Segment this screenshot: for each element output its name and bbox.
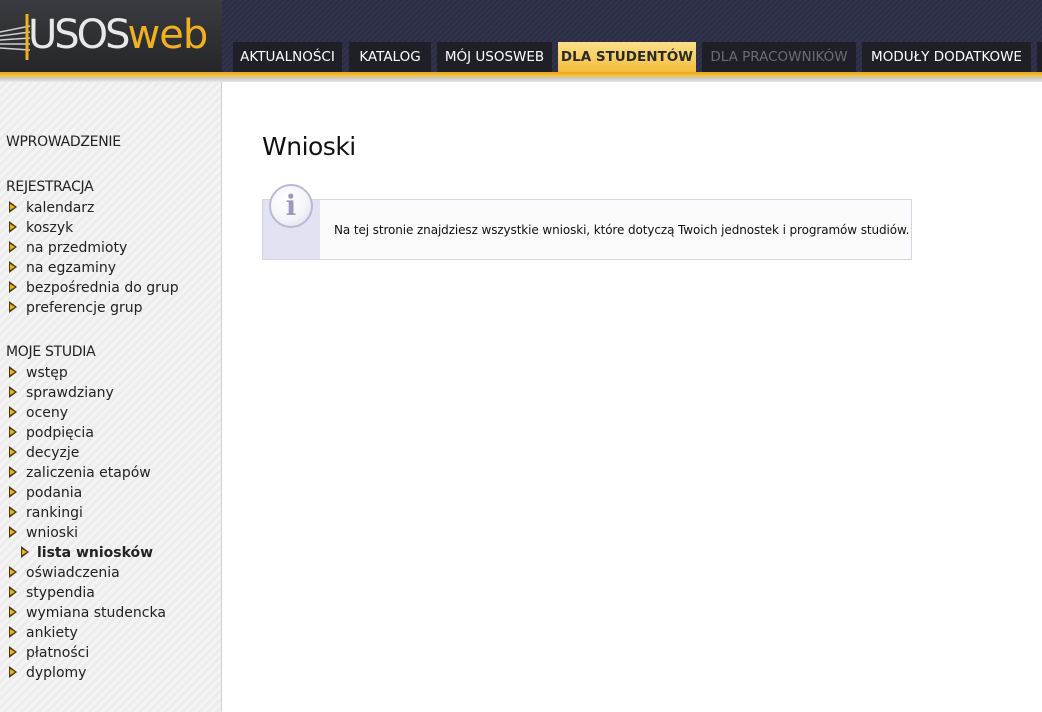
- arrow-bullet-icon: [8, 426, 18, 438]
- arrow-bullet-icon: [8, 241, 18, 253]
- page-title: Wnioski: [262, 132, 356, 161]
- arrow-bullet-icon: [8, 646, 18, 658]
- sidebar-item-label: wnioski: [26, 525, 79, 541]
- logo-part1: USOS: [28, 12, 131, 58]
- sidebar-item-label: oceny: [26, 405, 69, 421]
- sidebar-item-label: rankingi: [26, 505, 83, 521]
- sidebar-item-label: stypendia: [26, 585, 95, 601]
- sidebar-item-kalendarz[interactable]: kalendarz: [8, 198, 94, 218]
- sidebar-item-label: ankiety: [26, 625, 78, 641]
- sidebar-item-na-egzaminy[interactable]: na egzaminy: [8, 258, 116, 278]
- sidebar-item-podania[interactable]: podania: [8, 483, 82, 503]
- sidebar-item-label: lista wniosków: [37, 545, 154, 561]
- sidebar-item-label: preferencje grup: [26, 300, 143, 316]
- logo[interactable]: USOSweb: [0, 0, 222, 72]
- arrow-bullet-icon: [8, 386, 18, 398]
- arrow-bullet-icon: [8, 506, 18, 518]
- header: USOSweb AKTUALNOŚCI KATALOG MÓJ USOSWEB …: [0, 0, 1042, 82]
- tab-moj-usosweb[interactable]: MÓJ USOSWEB: [437, 42, 552, 72]
- sidebar-item-koszyk[interactable]: koszyk: [8, 218, 73, 238]
- arrow-bullet-icon: [8, 221, 18, 233]
- sidebar-item-dyplomy[interactable]: dyplomy: [8, 663, 86, 683]
- sidebar-item-stypendia[interactable]: stypendia: [8, 583, 95, 603]
- sidebar-item-label: sprawdziany: [26, 385, 114, 401]
- sidebar-item-decyzje[interactable]: decyzje: [8, 443, 79, 463]
- sidebar-item-zaliczenia-etapow[interactable]: zaliczenia etapów: [8, 463, 151, 483]
- sidebar-item-label: płatności: [26, 645, 90, 661]
- sidebar-item-label: na egzaminy: [26, 260, 117, 276]
- sidebar-intro[interactable]: WPROWADZENIE: [6, 134, 121, 150]
- sidebar-item-label: dyplomy: [26, 665, 87, 681]
- arrow-bullet-icon: [8, 301, 18, 313]
- arrow-bullet-icon: [8, 666, 18, 678]
- info-box: Na tej stronie znajdziesz wszystkie wnio…: [262, 199, 912, 260]
- arrow-bullet-icon: [8, 366, 18, 378]
- arrow-bullet-icon: [8, 281, 18, 293]
- sidebar-section-studies[interactable]: MOJE STUDIA: [6, 344, 96, 360]
- info-icon-glyph: i: [285, 189, 297, 222]
- sidebar-item-preferencje-grup[interactable]: preferencje grup: [8, 298, 142, 318]
- sidebar-item-label: koszyk: [26, 220, 74, 236]
- sidebar-item-wnioski[interactable]: wnioski: [8, 523, 78, 543]
- tab-katalog[interactable]: KATALOG: [349, 42, 431, 72]
- sidebar-item-oswiadczenia[interactable]: oświadczenia: [8, 563, 120, 583]
- sidebar-item-sprawdziany[interactable]: sprawdziany: [8, 383, 114, 403]
- header-accent-bar: [0, 72, 1042, 82]
- sidebar-item-label: zaliczenia etapów: [26, 465, 151, 481]
- tab-moduly-dodatkowe[interactable]: MODUŁY DODATKOWE: [862, 42, 1031, 72]
- sidebar-item-ankiety[interactable]: ankiety: [8, 623, 78, 643]
- sidebar-item-label: bezpośrednia do grup: [26, 280, 179, 296]
- sidebar-item-na-przedmioty[interactable]: na przedmioty: [8, 238, 127, 258]
- arrow-bullet-icon: [8, 626, 18, 638]
- arrow-bullet-icon: [20, 546, 30, 558]
- sidebar-item-label: kalendarz: [26, 200, 95, 216]
- arrow-bullet-icon: [8, 486, 18, 498]
- tab-dla-pracownikow[interactable]: DLA PRACOWNIKÓW: [702, 42, 856, 72]
- sidebar-item-label: oświadczenia: [26, 565, 120, 581]
- arrow-bullet-icon: [8, 201, 18, 213]
- arrow-bullet-icon: [8, 466, 18, 478]
- sidebar: WPROWADZENIE REJESTRACJA kalendarz koszy…: [0, 82, 222, 712]
- sidebar-item-oceny[interactable]: oceny: [8, 403, 68, 423]
- arrow-bullet-icon: [8, 586, 18, 598]
- info-icon: i: [269, 184, 313, 228]
- sidebar-item-bezposrednia-do-grup[interactable]: bezpośrednia do grup: [8, 278, 179, 298]
- info-text: Na tej stronie znajdziesz wszystkie wnio…: [334, 223, 910, 237]
- sidebar-item-lista-wnioskow[interactable]: lista wniosków: [20, 543, 153, 563]
- sidebar-item-rankingi[interactable]: rankingi: [8, 503, 83, 523]
- sidebar-item-label: podania: [26, 485, 83, 501]
- arrow-bullet-icon: [8, 566, 18, 578]
- sidebar-item-platnosci[interactable]: płatności: [8, 643, 89, 663]
- logo-text: USOSweb: [28, 10, 209, 60]
- sidebar-item-podpiecia[interactable]: podpięcia: [8, 423, 94, 443]
- sidebar-item-wymiana-studencka[interactable]: wymiana studencka: [8, 603, 166, 623]
- sidebar-item-label: decyzje: [26, 445, 80, 461]
- tab-overflow[interactable]: [1037, 42, 1042, 72]
- arrow-bullet-icon: [8, 406, 18, 418]
- arrow-bullet-icon: [8, 446, 18, 458]
- sidebar-item-label: wymiana studencka: [26, 605, 166, 621]
- arrow-bullet-icon: [8, 261, 18, 273]
- arrow-bullet-icon: [8, 526, 18, 538]
- tab-aktualnosci[interactable]: AKTUALNOŚCI: [233, 42, 342, 72]
- sidebar-item-label: podpięcia: [26, 425, 94, 441]
- sidebar-item-label: na przedmioty: [26, 240, 128, 256]
- sidebar-item-label: wstęp: [26, 365, 68, 381]
- sidebar-item-wstep[interactable]: wstęp: [8, 363, 68, 383]
- logo-part2: web: [127, 12, 209, 58]
- tab-dla-studentow[interactable]: DLA STUDENTÓW: [558, 42, 696, 72]
- arrow-bullet-icon: [8, 606, 18, 618]
- sidebar-section-registration[interactable]: REJESTRACJA: [6, 179, 94, 195]
